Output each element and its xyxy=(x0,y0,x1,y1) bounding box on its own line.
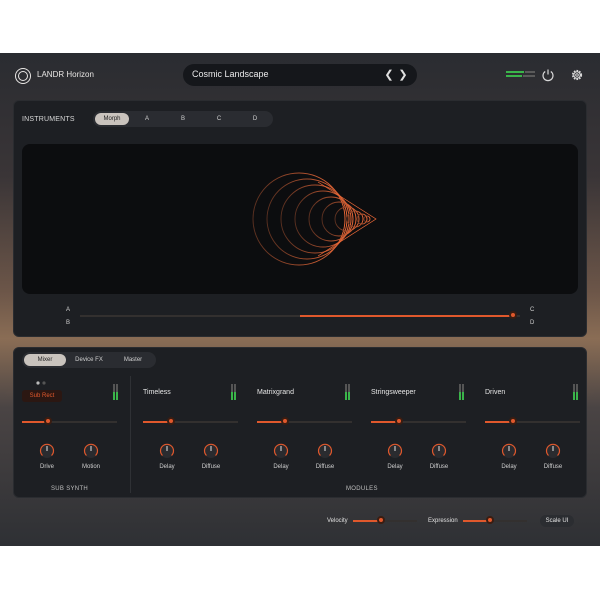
modules-footer: MODULES xyxy=(346,486,378,492)
tab-device-fx[interactable]: Device FX xyxy=(70,354,108,366)
velocity-thumb[interactable] xyxy=(377,516,385,524)
module-level-thumb[interactable] xyxy=(509,417,517,425)
power-icon[interactable] xyxy=(541,68,555,82)
app-title: LANDR Horizon xyxy=(37,70,94,79)
delay-knob[interactable] xyxy=(501,443,517,459)
diffuse-knob[interactable] xyxy=(203,443,219,459)
diffuse-label: Diffuse xyxy=(543,464,563,470)
module-title: Driven xyxy=(485,389,506,396)
instrument-tabs: Morph A B C D xyxy=(93,111,273,127)
tab-morph[interactable]: Morph xyxy=(95,113,129,125)
page-dots-icon xyxy=(36,381,46,385)
morph-slider-fill xyxy=(300,315,514,317)
module-title: Stringsweeper xyxy=(371,389,416,396)
sub-level-meter xyxy=(113,384,118,400)
preset-selector[interactable]: Cosmic Landscape ❮ ❯ xyxy=(183,64,417,86)
diffuse-label: Diffuse xyxy=(201,464,221,470)
mixer-tabs: Mixer Device FX Master xyxy=(22,352,156,368)
diffuse-knob[interactable] xyxy=(317,443,333,459)
tab-a[interactable]: A xyxy=(137,113,157,125)
instruments-label: INSTRUMENTS xyxy=(22,116,75,123)
module-level-thumb[interactable] xyxy=(395,417,403,425)
chevron-left-icon[interactable]: ❮ xyxy=(383,68,395,82)
delay-label: Delay xyxy=(387,464,403,470)
chevron-right-icon[interactable]: ❯ xyxy=(397,68,409,82)
delay-knob[interactable] xyxy=(273,443,289,459)
landr-logo-icon xyxy=(15,68,31,84)
expression-thumb[interactable] xyxy=(486,516,494,524)
tab-c[interactable]: C xyxy=(209,113,229,125)
motion-label: Motion xyxy=(81,464,100,470)
morph-slider-thumb[interactable] xyxy=(509,311,517,319)
top-bar: LANDR Horizon Cosmic Landscape ❮ ❯ xyxy=(0,53,600,97)
module-level-meter xyxy=(231,384,236,400)
module-level-meter xyxy=(459,384,464,400)
tab-mixer[interactable]: Mixer xyxy=(24,354,66,366)
diffuse-label: Diffuse xyxy=(429,464,449,470)
tab-d[interactable]: D xyxy=(245,113,265,125)
delay-knob[interactable] xyxy=(387,443,403,459)
drive-label: Drive xyxy=(39,464,54,470)
module-title: Timeless xyxy=(143,389,171,396)
drive-knob[interactable] xyxy=(39,443,55,459)
module-title: Matrixgrand xyxy=(257,389,294,396)
delay-label: Delay xyxy=(501,464,517,470)
output-meter xyxy=(506,70,536,78)
morph-visualizer[interactable] xyxy=(22,144,578,294)
tab-master[interactable]: Master xyxy=(114,354,152,366)
gear-icon[interactable] xyxy=(570,68,584,82)
sub-synth-footer: SUB SYNTH xyxy=(51,486,89,492)
velocity-label: Velocity xyxy=(327,518,348,524)
corner-c-label: C xyxy=(530,307,535,313)
morph-rings-graphic xyxy=(252,172,377,266)
sub-level-thumb[interactable] xyxy=(44,417,52,425)
scale-ui-button[interactable]: Scale UI xyxy=(540,515,574,527)
section-divider xyxy=(130,376,131,493)
tab-b[interactable]: B xyxy=(173,113,193,125)
delay-label: Delay xyxy=(273,464,289,470)
diffuse-knob[interactable] xyxy=(431,443,447,459)
diffuse-knob[interactable] xyxy=(545,443,561,459)
module-level-meter xyxy=(573,384,578,400)
corner-d-label: D xyxy=(530,320,535,326)
module-level-thumb[interactable] xyxy=(167,417,175,425)
delay-label: Delay xyxy=(159,464,175,470)
module-level-meter xyxy=(345,384,350,400)
diffuse-label: Diffuse xyxy=(315,464,335,470)
motion-knob[interactable] xyxy=(83,443,99,459)
sub-type-selector[interactable]: Sub Rect xyxy=(22,390,62,402)
delay-knob[interactable] xyxy=(159,443,175,459)
corner-b-label: B xyxy=(66,320,71,326)
module-level-thumb[interactable] xyxy=(281,417,289,425)
corner-a-label: A xyxy=(66,307,71,313)
expression-label: Expression xyxy=(428,518,458,524)
preset-name[interactable]: Cosmic Landscape xyxy=(192,69,269,79)
